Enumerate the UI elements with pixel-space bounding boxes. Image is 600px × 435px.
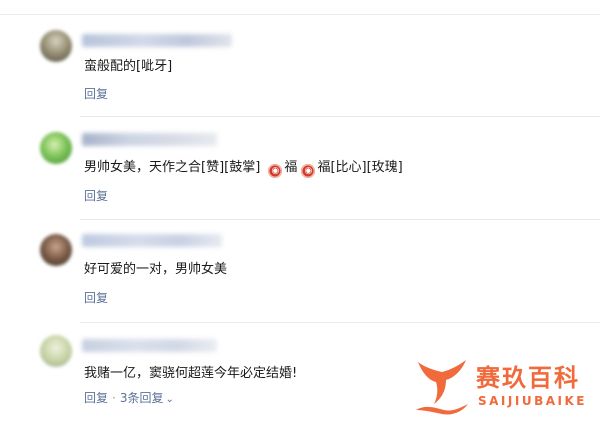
divider [80, 322, 600, 323]
reply-button[interactable]: 回复 [84, 391, 108, 405]
reply-button[interactable]: 回复 [84, 189, 108, 203]
watermark-title: 赛玖百科 [476, 364, 580, 392]
watermark: 赛玖百科 SAIJIUBAIKE [412, 354, 600, 416]
username-blurred[interactable] [82, 133, 217, 146]
whale-tail-logo-icon [416, 360, 468, 415]
comment-text: 男帅女美，天作之合[赞][鼓掌] ◉ 福 ◉ 福[比心][玫瑰] [84, 159, 403, 178]
comment-actions: 回复 · 3条回复 ⌄ [84, 390, 174, 408]
comment-actions: 回复 [84, 188, 108, 204]
fu-emoji-icon: ◉ [301, 164, 316, 178]
divider [80, 116, 600, 117]
avatar[interactable] [40, 30, 72, 62]
comment-item: 好可爱的一对，男帅女美 回复 [0, 224, 600, 326]
reply-button[interactable]: 回复 [84, 291, 108, 305]
comment-actions: 回复 [84, 290, 108, 306]
comment-actions: 回复 [84, 86, 108, 102]
fu-text-2: 福 [317, 160, 331, 175]
more-replies-button[interactable]: 3条回复 ⌄ [120, 391, 174, 405]
comment-item: 男帅女美，天作之合[赞][鼓掌] ◉ 福 ◉ 福[比心][玫瑰] 回复 [0, 121, 600, 223]
comment-text-part2: [比心][玫瑰] [330, 160, 403, 175]
chevron-down-icon: ⌄ [165, 394, 174, 405]
username-blurred[interactable] [82, 234, 222, 247]
comment-text: 蛮般配的[呲牙] [84, 59, 173, 74]
comment-text: 我赌一亿，窦骁何超莲今年必定结婚! [84, 366, 298, 381]
fu-emoji-icon: ◉ [268, 164, 283, 178]
avatar[interactable] [40, 234, 72, 266]
divider [80, 219, 600, 220]
reply-button[interactable]: 回复 [84, 87, 108, 101]
watermark-subtitle: SAIJIUBAIKE [478, 394, 587, 408]
fu-text-1: 福 [284, 160, 298, 175]
separator-dot: · [112, 391, 116, 405]
comment-text-part1: 男帅女美，天作之合[赞][鼓掌] [84, 160, 265, 175]
username-blurred[interactable] [82, 34, 232, 47]
comment-item: 蛮般配的[呲牙] 回复 [0, 20, 600, 122]
avatar[interactable] [40, 132, 72, 164]
more-replies-label: 3条回复 [119, 391, 164, 405]
avatar[interactable] [40, 335, 72, 367]
top-border [0, 14, 600, 15]
username-blurred[interactable] [82, 339, 217, 352]
comment-text: 好可爱的一对，男帅女美 [84, 262, 228, 277]
